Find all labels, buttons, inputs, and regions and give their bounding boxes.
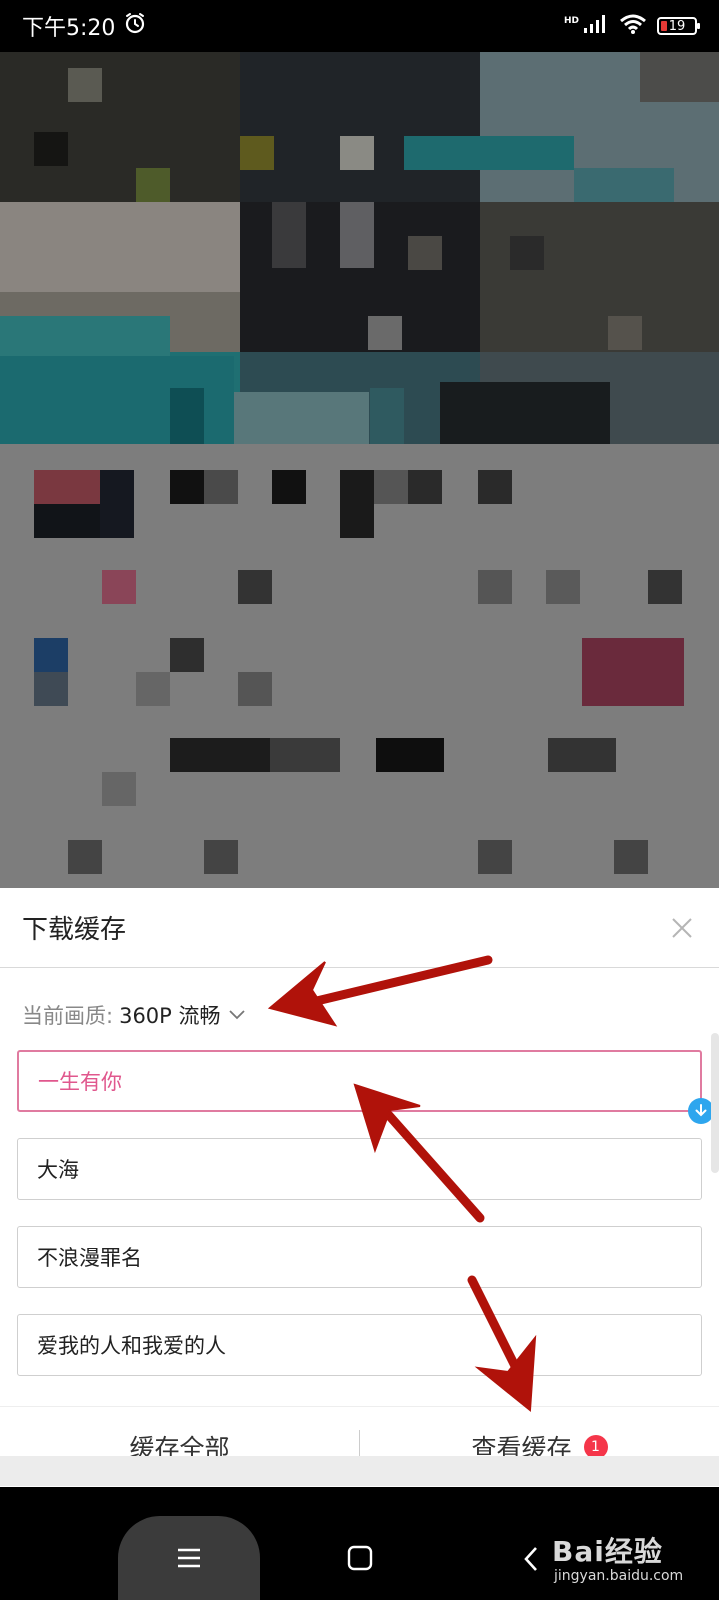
alarm-icon — [123, 11, 147, 41]
battery-level: 19 — [668, 18, 686, 34]
download-cache-sheet: 下载缓存 当前画质: 360P 流畅 一生有你 大海 不浪漫罪名 爱我的人和我爱… — [0, 888, 719, 1487]
song-item[interactable]: 不浪漫罪名 — [17, 1226, 702, 1288]
song-title: 不浪漫罪名 — [37, 1246, 142, 1270]
network-type-label: HD — [563, 15, 579, 26]
song-item[interactable]: 一生有你 — [17, 1050, 714, 1124]
quality-label: 当前画质: — [22, 1004, 114, 1028]
song-title: 爱我的人和我爱的人 — [37, 1334, 226, 1358]
song-item[interactable]: 大海 — [17, 1138, 702, 1200]
sheet-header: 下载缓存 — [0, 888, 719, 968]
wifi-icon — [619, 13, 647, 39]
song-title: 一生有你 — [38, 1070, 122, 1094]
back-icon — [524, 1547, 537, 1571]
signal-icon — [583, 14, 609, 38]
close-button[interactable] — [667, 913, 697, 943]
home-icon — [347, 1545, 373, 1571]
home-button[interactable] — [346, 1544, 374, 1572]
baidu-jingyan-watermark: Bai经验 jingyan.baidu.com — [552, 1530, 683, 1584]
close-icon — [672, 917, 692, 938]
quality-selector[interactable]: 当前画质: 360P 流畅 — [22, 1000, 245, 1030]
scrollbar[interactable] — [711, 1033, 719, 1173]
menu-button[interactable] — [118, 1516, 260, 1600]
watermark-url: jingyan.baidu.com — [554, 1568, 684, 1584]
quality-value: 360P 流畅 — [119, 1004, 221, 1028]
dimmed-background[interactable] — [0, 52, 719, 888]
back-button[interactable] — [520, 1544, 544, 1574]
battery-icon: 19 — [657, 17, 700, 35]
status-bar: 下午5:20 HD 19 — [0, 0, 719, 52]
video-thumbnail-mosaic — [0, 52, 719, 444]
watermark-brand: Bai经验 — [552, 1535, 663, 1568]
sheet-title: 下载缓存 — [22, 915, 127, 945]
song-item[interactable]: 爱我的人和我爱的人 — [17, 1314, 702, 1376]
menu-icon — [178, 1548, 200, 1568]
song-list: 一生有你 大海 不浪漫罪名 爱我的人和我爱的人 — [17, 1050, 714, 1402]
clock: 下午5:20 — [22, 16, 116, 41]
song-title: 大海 — [37, 1158, 79, 1182]
bottom-strip — [0, 1456, 719, 1486]
page-content-dimmed — [0, 444, 719, 888]
navigation-bar: Bai经验 jingyan.baidu.com — [0, 1516, 719, 1600]
chevron-down-icon — [228, 1010, 245, 1020]
